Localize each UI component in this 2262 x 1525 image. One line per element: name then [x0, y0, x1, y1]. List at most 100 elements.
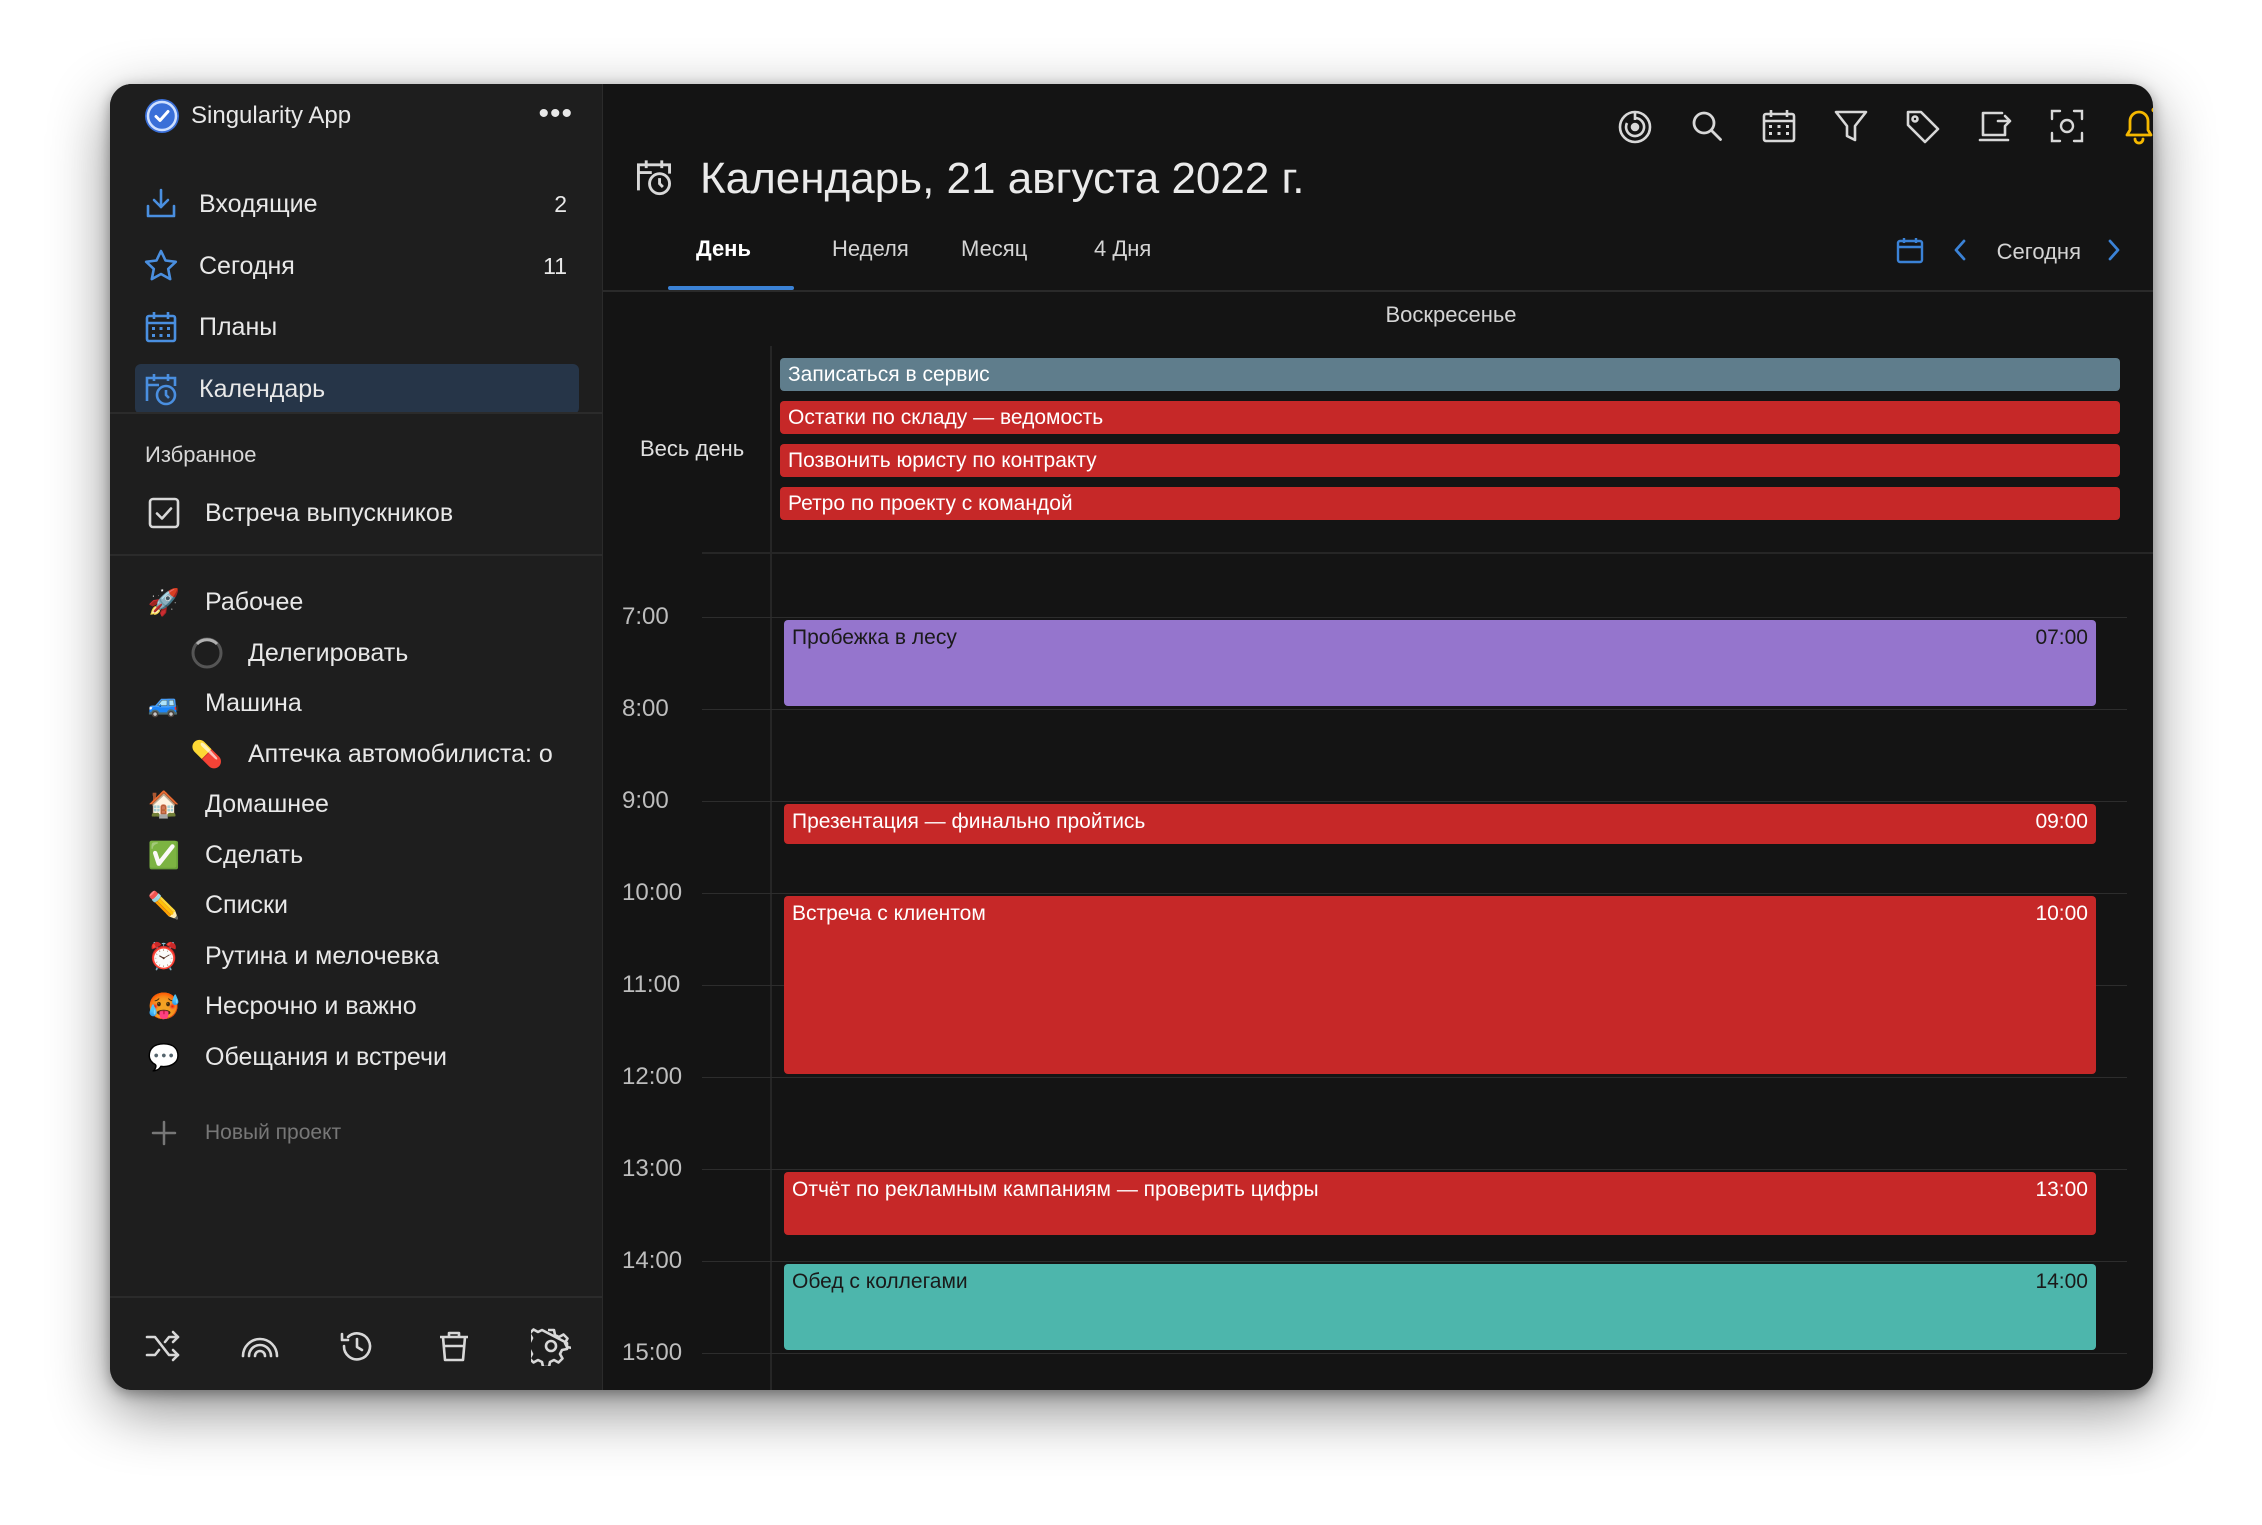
- sidebar-item-inbox[interactable]: Входящие 2: [135, 179, 579, 229]
- app-window: Singularity App ••• Входящие 2 Сегодня 1…: [110, 84, 2153, 1390]
- project-item-rutina[interactable]: ⏰ Рутина и мелочевка: [145, 934, 585, 978]
- project-label: Рутина и мелочевка: [205, 941, 440, 970]
- project-label: Обещания и встречи: [205, 1042, 447, 1071]
- calendar-grid-icon[interactable]: [1757, 104, 1801, 148]
- favorite-label: Встреча выпускников: [205, 498, 454, 527]
- chevron-right-icon[interactable]: [2105, 238, 2123, 267]
- project-item-nesrochno[interactable]: 🥵 Несрочно и важно: [145, 984, 585, 1028]
- hour-label: 7:00: [622, 603, 669, 630]
- new-project-label: Новый проект: [205, 1121, 342, 1144]
- search-icon[interactable]: [1685, 104, 1729, 148]
- tab-4-days[interactable]: 4 Дня: [1094, 236, 1151, 296]
- hour-line: [702, 801, 2127, 802]
- calendar-event[interactable]: Пробежка в лесу 07:00: [784, 620, 2096, 706]
- event-time: 14:00: [2035, 1270, 2088, 1293]
- sidebar-bottom-bar: [110, 1296, 602, 1390]
- favorite-item[interactable]: Встреча выпускников: [145, 491, 585, 535]
- hour-label: 9:00: [622, 787, 669, 814]
- tab-month[interactable]: Месяц: [961, 236, 1027, 296]
- sidebar-item-label: Входящие: [199, 189, 318, 218]
- inbox-icon: [141, 184, 181, 224]
- hour-line: [702, 617, 2127, 618]
- event-time: 13:00: [2035, 1178, 2088, 1201]
- main-panel: Календарь, 21 августа 2022 г. День Недел…: [602, 84, 2153, 1390]
- alarm-clock-icon: ⏰: [147, 940, 181, 971]
- hour-label: 14:00: [622, 1247, 683, 1274]
- tabs-divider: [602, 290, 2153, 292]
- page-title: Календарь, 21 августа 2022 г.: [700, 154, 1305, 203]
- project-label: Домашнее: [205, 789, 329, 818]
- sidebar-item-label: Календарь: [199, 374, 326, 403]
- new-project-button[interactable]: Новый проект: [145, 1114, 341, 1152]
- sidebar-item-label: Сегодня: [199, 251, 295, 280]
- history-icon[interactable]: [337, 1326, 377, 1366]
- project-item-delegirovat[interactable]: Делегировать: [188, 631, 628, 675]
- today-button[interactable]: Сегодня: [1997, 239, 2081, 265]
- project-item-rabochee[interactable]: 🚀 Рабочее: [145, 580, 585, 624]
- focus-icon[interactable]: [1613, 104, 1657, 148]
- hour-line: [702, 1077, 2127, 1078]
- speech-bubble-icon: 💬: [147, 1041, 181, 1072]
- hour-line: [702, 1353, 2127, 1354]
- project-label: Машина: [205, 688, 302, 717]
- project-label: Делегировать: [248, 638, 409, 667]
- hot-face-icon: 🥵: [147, 990, 181, 1021]
- tag-icon[interactable]: [1901, 104, 1945, 148]
- all-day-event[interactable]: Остатки по складу — ведомость: [780, 401, 2120, 434]
- all-day-event[interactable]: Ретро по проекту с командой: [780, 487, 2120, 520]
- calendar-event[interactable]: Встреча с клиентом 10:00: [784, 896, 2096, 1074]
- event-title: Презентация — финально пройтись: [792, 810, 1146, 833]
- event-time: 09:00: [2035, 810, 2088, 833]
- project-item-sdelat[interactable]: ✅ Сделать: [145, 833, 585, 877]
- tab-week[interactable]: Неделя: [832, 236, 909, 296]
- date-picker-icon[interactable]: [1895, 235, 1925, 270]
- project-label: Сделать: [205, 840, 304, 869]
- all-day-label: Весь день: [640, 436, 745, 461]
- event-time: 10:00: [2035, 902, 2088, 925]
- checkbox-icon: [145, 494, 183, 532]
- screenshot-icon[interactable]: [2045, 104, 2089, 148]
- app-header[interactable]: Singularity App •••: [145, 96, 585, 136]
- app-name: Singularity App: [191, 102, 352, 129]
- project-item-obeshchaniya[interactable]: 💬 Обещания и встречи: [145, 1035, 585, 1079]
- more-menu-button[interactable]: •••: [538, 96, 573, 132]
- time-column-divider: [770, 346, 772, 1390]
- pill-icon: 💊: [190, 738, 224, 769]
- project-item-mashina[interactable]: 🚙 Машина: [145, 681, 585, 725]
- event-title: Обед с коллегами: [792, 1270, 968, 1293]
- sidebar-item-calendar[interactable]: Календарь: [135, 364, 579, 414]
- chevron-left-icon[interactable]: [1951, 238, 1969, 267]
- export-icon[interactable]: [1973, 104, 2017, 148]
- project-item-domashnee[interactable]: 🏠 Домашнее: [145, 782, 585, 826]
- bell-icon[interactable]: [2117, 104, 2153, 148]
- divider: [110, 554, 602, 556]
- star-icon: [141, 246, 181, 286]
- all-day-event[interactable]: Записаться в сервис: [780, 358, 2120, 391]
- sidebar-item-label: Планы: [199, 312, 278, 341]
- all-day-event[interactable]: Позвонить юристу по контракту: [780, 444, 2120, 477]
- shuffle-icon[interactable]: [143, 1326, 183, 1366]
- calendar-clock-icon: [634, 157, 674, 202]
- project-item-spiski[interactable]: ✏️ Списки: [145, 883, 585, 927]
- hour-label: 13:00: [622, 1155, 683, 1182]
- today-count: 11: [543, 252, 567, 279]
- calendar-event[interactable]: Презентация — финально пройтись 09:00: [784, 804, 2096, 844]
- project-label: Аптечка автомобилиста: о: [248, 739, 553, 768]
- sidebar-item-plans[interactable]: Планы: [135, 302, 579, 352]
- app-logo-icon: [145, 99, 179, 133]
- project-label: Рабочее: [205, 587, 304, 616]
- hour-line: [702, 1169, 2127, 1170]
- date-navigation: Сегодня: [1895, 232, 2123, 272]
- trash-icon[interactable]: [434, 1326, 474, 1366]
- event-title: Встреча с клиентом: [792, 902, 986, 925]
- settings-icon[interactable]: [531, 1326, 571, 1366]
- filter-icon[interactable]: [1829, 104, 1873, 148]
- rainbow-icon[interactable]: [240, 1326, 280, 1366]
- page-header: Календарь, 21 августа 2022 г.: [634, 154, 1304, 204]
- calendar-event[interactable]: Обед с коллегами 14:00: [784, 1264, 2096, 1350]
- calendar-event[interactable]: Отчёт по рекламным кампаниям — проверить…: [784, 1172, 2096, 1235]
- project-item-aptechka[interactable]: 💊 Аптечка автомобилиста: о: [188, 732, 588, 776]
- day-column-header: Воскресенье: [1385, 302, 1517, 327]
- sidebar-item-today[interactable]: Сегодня 11: [135, 241, 579, 291]
- hour-line: [702, 709, 2127, 710]
